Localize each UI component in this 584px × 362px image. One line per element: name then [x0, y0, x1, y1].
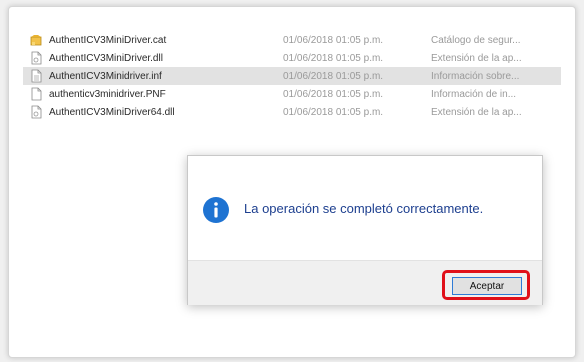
file-list: AuthentICV3MiniDriver.cat 01/06/2018 01:… — [23, 31, 561, 121]
dll-file-icon — [31, 51, 42, 65]
file-date: 01/06/2018 01:05 p.m. — [283, 106, 384, 118]
file-name: AuthentICV3Minidriver.inf — [49, 70, 162, 82]
dll-file-icon — [31, 105, 42, 119]
file-name: AuthentICV3MiniDriver64.dll — [49, 106, 175, 118]
pnf-file-icon — [31, 87, 42, 101]
file-type: Información sobre... — [431, 70, 520, 82]
file-name: authenticv3minidriver.PNF — [49, 88, 166, 100]
file-row-selected[interactable]: AuthentICV3Minidriver.inf 01/06/2018 01:… — [23, 67, 561, 85]
info-icon — [203, 197, 229, 223]
file-name: AuthentICV3MiniDriver.dll — [49, 52, 163, 64]
file-row[interactable]: AuthentICV3MiniDriver64.dll 01/06/2018 0… — [23, 103, 561, 121]
file-row[interactable]: authenticv3minidriver.PNF 01/06/2018 01:… — [23, 85, 561, 103]
file-type: Extensión de la ap... — [431, 106, 522, 118]
file-date: 01/06/2018 01:05 p.m. — [283, 52, 384, 64]
inf-file-icon — [31, 69, 42, 83]
file-explorer-window: AuthentICV3MiniDriver.cat 01/06/2018 01:… — [8, 6, 576, 358]
file-date: 01/06/2018 01:05 p.m. — [283, 34, 384, 46]
security-catalog-icon — [30, 35, 42, 46]
message-dialog: La operación se completó correctamente. … — [187, 155, 543, 305]
file-name: AuthentICV3MiniDriver.cat — [49, 34, 167, 46]
file-row[interactable]: AuthentICV3MiniDriver.cat 01/06/2018 01:… — [23, 31, 561, 49]
file-date: 01/06/2018 01:05 p.m. — [283, 88, 384, 100]
file-type: Información de in... — [431, 88, 517, 100]
dialog-body: La operación se completó correctamente. — [188, 156, 542, 260]
file-date: 01/06/2018 01:05 p.m. — [283, 70, 384, 82]
ok-button[interactable]: Aceptar — [452, 277, 522, 295]
dialog-message: La operación se completó correctamente. — [244, 201, 484, 216]
file-type: Catálogo de segur... — [431, 34, 521, 46]
file-type: Extensión de la ap... — [431, 52, 522, 64]
file-row[interactable]: AuthentICV3MiniDriver.dll 01/06/2018 01:… — [23, 49, 561, 67]
